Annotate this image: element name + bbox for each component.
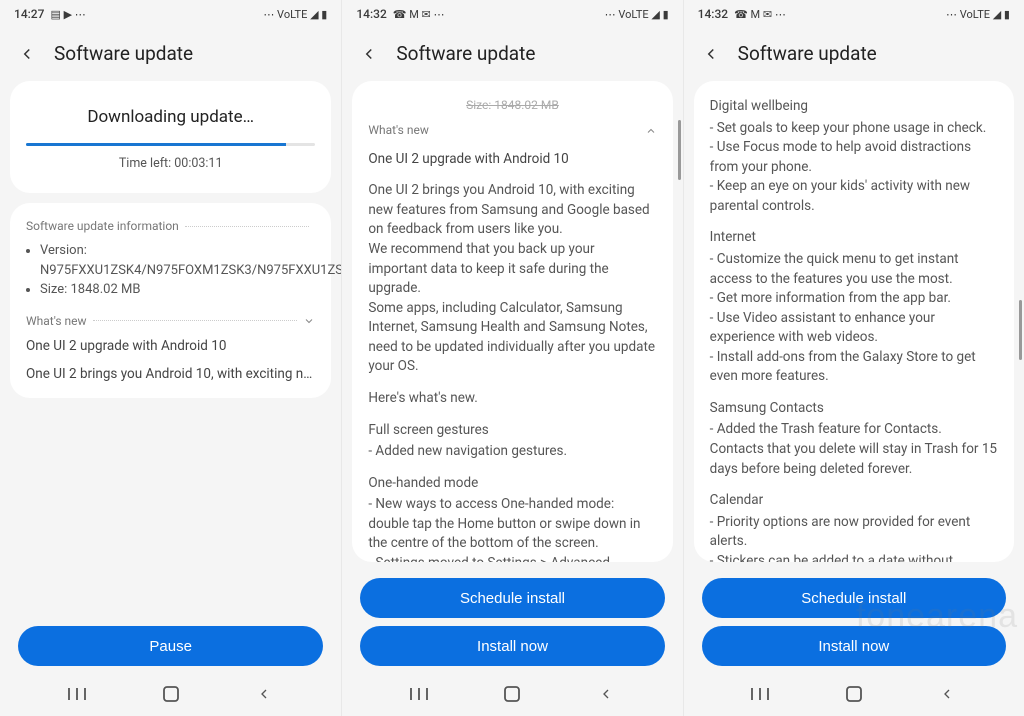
scrollbar-indicator[interactable] bbox=[678, 120, 681, 180]
size-row: Size: 1848.02 MB bbox=[40, 280, 315, 300]
back-icon[interactable] bbox=[702, 45, 720, 63]
header: Software update bbox=[684, 28, 1024, 75]
section-head: Digital wellbeing bbox=[710, 97, 998, 117]
chevron-down-icon bbox=[303, 315, 315, 327]
status-right-icons: ⋯ VoLTE ◢ ▮ bbox=[946, 8, 1010, 21]
section-body: - Priority options are now provided for … bbox=[710, 513, 998, 562]
info-label: Software update information bbox=[26, 219, 315, 233]
section-head: One-handed mode bbox=[368, 474, 656, 494]
home-icon[interactable] bbox=[842, 682, 866, 706]
recents-icon[interactable] bbox=[65, 682, 89, 706]
status-left-icons: ▤ ▶ ⋯ bbox=[50, 8, 85, 21]
status-right-icons: ⋯ VoLTE ◢ ▮ bbox=[263, 8, 327, 21]
header: Software update bbox=[342, 28, 682, 75]
content-area: Downloading update… Time left: 00:03:11 … bbox=[0, 75, 341, 618]
whats-new-row[interactable]: What's new bbox=[368, 122, 656, 139]
info-card: Software update information Version: N97… bbox=[10, 203, 331, 398]
section-body: - Added new navigation gestures. bbox=[368, 442, 656, 462]
status-left-icons: ☎ M ✉ ⋯ bbox=[734, 8, 786, 21]
progress-fill bbox=[26, 143, 286, 146]
previous-size: Size: 1848.02 MB bbox=[368, 97, 656, 114]
recents-icon[interactable] bbox=[407, 682, 431, 706]
nav-bar bbox=[342, 672, 682, 716]
header: Software update bbox=[0, 28, 341, 75]
back-icon[interactable] bbox=[360, 45, 378, 63]
whats-new-label: What's new bbox=[26, 314, 87, 328]
status-time: 14:32 bbox=[698, 7, 728, 21]
nav-back-icon[interactable] bbox=[594, 682, 618, 706]
scrollbar-indicator[interactable] bbox=[1019, 300, 1022, 360]
screen-2-whats-new-a: 14:32 ☎ M ✉ ⋯ ⋯ VoLTE ◢ ▮ Software updat… bbox=[341, 0, 682, 716]
section-body: - Added the Trash feature for Contacts. … bbox=[710, 420, 998, 479]
section-calendar: Calendar - Priority options are now prov… bbox=[710, 491, 998, 562]
whats-new-label: What's new bbox=[368, 122, 429, 139]
status-bar: 14:27 ▤ ▶ ⋯ ⋯ VoLTE ◢ ▮ bbox=[0, 0, 341, 28]
release-notes-card[interactable]: Size: 1848.02 MB What's new One UI 2 upg… bbox=[352, 81, 672, 562]
section-digital-wellbeing: Digital wellbeing - Set goals to keep yo… bbox=[710, 97, 998, 216]
progress-bar bbox=[26, 143, 315, 146]
nav-back-icon[interactable] bbox=[252, 682, 276, 706]
section-one-handed: One-handed mode - New ways to access One… bbox=[368, 474, 656, 562]
recents-icon[interactable] bbox=[748, 682, 772, 706]
release-notes-card[interactable]: Digital wellbeing - Set goals to keep yo… bbox=[694, 81, 1014, 562]
button-stack: Pause bbox=[0, 618, 341, 672]
section-body: - Customize the quick menu to get instan… bbox=[710, 250, 998, 387]
section-samsung-contacts: Samsung Contacts - Added the Trash featu… bbox=[710, 399, 998, 479]
install-now-button[interactable]: Install now bbox=[360, 626, 664, 666]
watermark: fonearena bbox=[856, 597, 1018, 636]
screen-3-whats-new-b: 14:32 ☎ M ✉ ⋯ ⋯ VoLTE ◢ ▮ Software updat… bbox=[683, 0, 1024, 716]
screen-1-downloading: 14:27 ▤ ▶ ⋯ ⋯ VoLTE ◢ ▮ Software update … bbox=[0, 0, 341, 716]
status-time: 14:27 bbox=[14, 7, 44, 21]
download-card: Downloading update… Time left: 00:03:11 bbox=[10, 81, 331, 193]
page-title: Software update bbox=[738, 42, 877, 65]
section-body: - Set goals to keep your phone usage in … bbox=[710, 119, 998, 217]
chevron-up-icon bbox=[645, 125, 657, 137]
heres-new: Here's what's new. bbox=[368, 389, 656, 409]
intro-text: One UI 2 brings you Android 10, with exc… bbox=[368, 181, 656, 377]
upgrade-preview: One UI 2 brings you Android 10, with exc… bbox=[26, 366, 315, 382]
nav-bar bbox=[684, 672, 1024, 716]
download-title: Downloading update… bbox=[26, 107, 315, 127]
button-stack: Schedule install Install now bbox=[342, 570, 682, 672]
home-icon[interactable] bbox=[159, 682, 183, 706]
status-right-icons: ⋯ VoLTE ◢ ▮ bbox=[605, 8, 669, 21]
schedule-install-button[interactable]: Schedule install bbox=[360, 578, 664, 618]
content-area: Size: 1848.02 MB What's new One UI 2 upg… bbox=[342, 75, 682, 570]
section-head: Calendar bbox=[710, 491, 998, 511]
section-head: Full screen gestures bbox=[368, 421, 656, 441]
page-title: Software update bbox=[54, 42, 193, 65]
section-internet: Internet - Customize the quick menu to g… bbox=[710, 228, 998, 387]
time-left: Time left: 00:03:11 bbox=[26, 156, 315, 171]
info-label-text: Software update information bbox=[26, 219, 179, 233]
nav-bar bbox=[0, 672, 341, 716]
nav-back-icon[interactable] bbox=[935, 682, 959, 706]
whats-new-row[interactable]: What's new bbox=[26, 314, 315, 328]
upgrade-title: One UI 2 upgrade with Android 10 bbox=[26, 338, 315, 354]
status-left-icons: ☎ M ✉ ⋯ bbox=[393, 8, 445, 21]
back-icon[interactable] bbox=[18, 45, 36, 63]
pause-button[interactable]: Pause bbox=[18, 626, 323, 666]
status-bar: 14:32 ☎ M ✉ ⋯ ⋯ VoLTE ◢ ▮ bbox=[684, 0, 1024, 28]
status-bar: 14:32 ☎ M ✉ ⋯ ⋯ VoLTE ◢ ▮ bbox=[342, 0, 682, 28]
status-time: 14:32 bbox=[356, 7, 386, 21]
info-list: Version: N975FXXU1ZSK4/N975FOXM1ZSK3/N97… bbox=[26, 241, 315, 300]
section-head: Samsung Contacts bbox=[710, 399, 998, 419]
page-title: Software update bbox=[396, 42, 535, 65]
section-full-screen: Full screen gestures - Added new navigat… bbox=[368, 421, 656, 462]
section-head: Internet bbox=[710, 228, 998, 248]
content-area: Digital wellbeing - Set goals to keep yo… bbox=[684, 75, 1024, 570]
section-body: - New ways to access One-handed mode: do… bbox=[368, 495, 656, 562]
upgrade-title: One UI 2 upgrade with Android 10 bbox=[368, 150, 656, 170]
home-icon[interactable] bbox=[500, 682, 524, 706]
version-row: Version: N975FXXU1ZSK4/N975FOXM1ZSK3/N97… bbox=[40, 241, 315, 280]
